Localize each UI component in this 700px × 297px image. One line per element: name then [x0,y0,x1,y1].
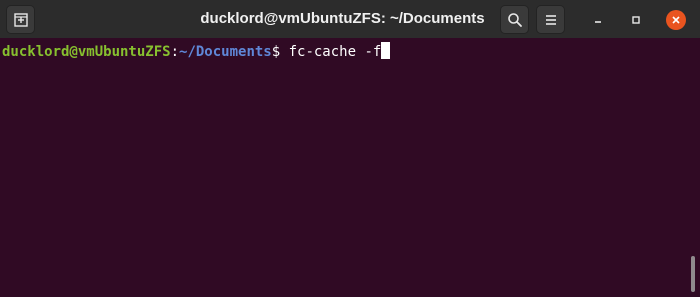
maximize-icon [632,16,640,24]
search-button[interactable] [500,5,529,34]
text-cursor [381,42,391,59]
title-bar: ducklord@vmUbuntuZFS: ~/Documents [0,0,700,38]
new-tab-button[interactable] [6,5,35,34]
menu-button[interactable] [536,5,565,34]
hamburger-menu-icon [545,14,556,25]
window-title: ducklord@vmUbuntuZFS: ~/Documents [200,10,485,27]
prompt-path: ~/Documents [179,44,272,60]
command-text: fc-cache -f [288,44,382,60]
prompt-line: ducklord@vmUbuntuZFS:~/Documents$ fc-cac… [2,42,391,62]
close-icon [672,16,680,24]
search-icon [507,12,522,27]
terminal-area[interactable]: ducklord@vmUbuntuZFS:~/Documents$ fc-cac… [0,38,700,297]
prompt-user-host: ducklord@vmUbuntuZFS [2,44,171,60]
prompt-symbol: $ [271,44,289,60]
prompt-separator: : [170,44,180,60]
scrollbar[interactable] [691,256,695,292]
minimize-button[interactable] [588,10,608,30]
close-button[interactable] [666,10,686,30]
maximize-button[interactable] [626,10,646,30]
new-tab-icon [13,12,28,27]
minimize-icon [595,21,601,23]
